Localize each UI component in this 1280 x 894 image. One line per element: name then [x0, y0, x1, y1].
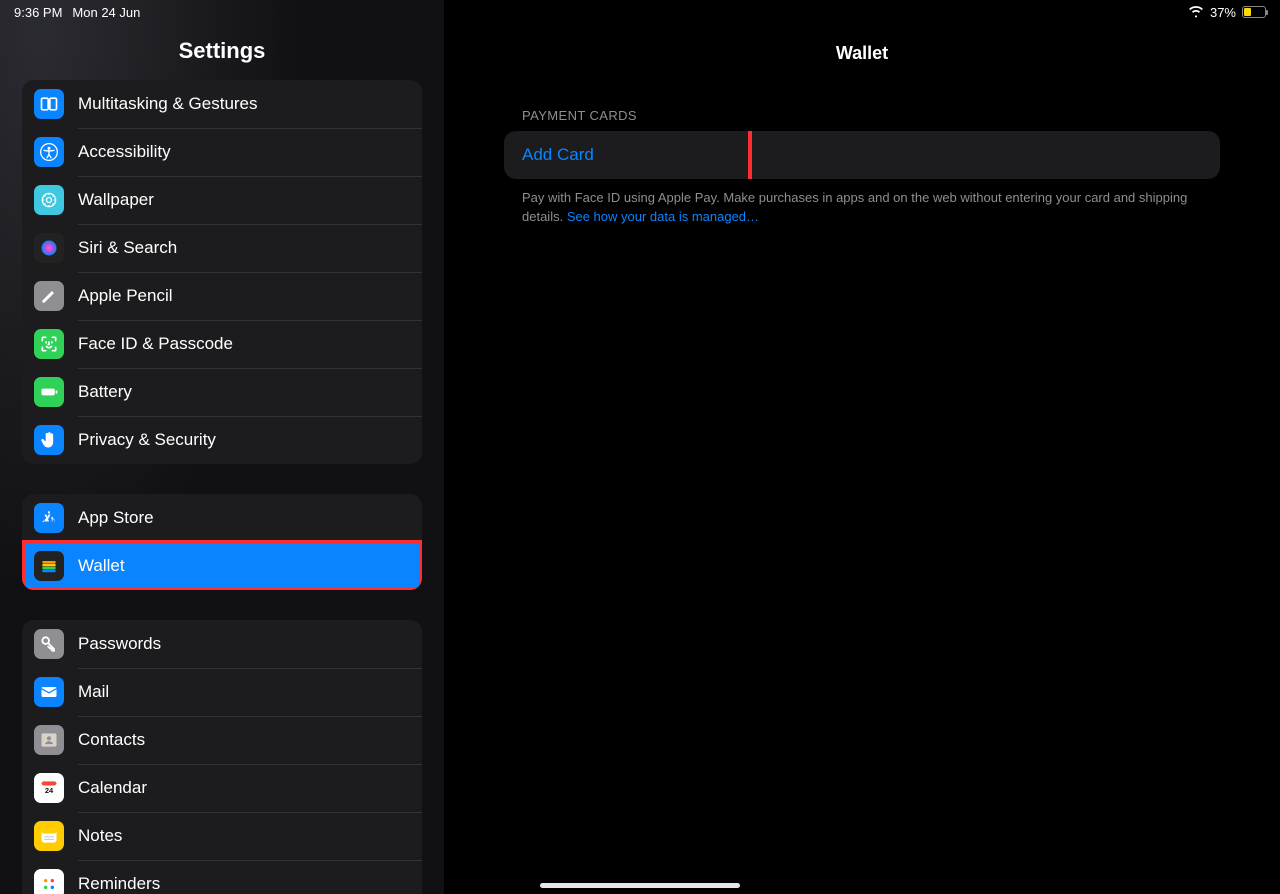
sidebar-item-label: Contacts	[78, 730, 145, 750]
section-header-payment-cards: PAYMENT CARDS	[504, 108, 1220, 123]
sidebar-item-label: Mail	[78, 682, 109, 702]
sidebar-item-label: Face ID & Passcode	[78, 334, 233, 354]
payment-cards-group: Add Card	[504, 131, 1220, 179]
payment-cards-footer: Pay with Face ID using Apple Pay. Make p…	[504, 179, 1220, 227]
contacts-icon	[34, 725, 64, 755]
sidebar-item-contacts[interactable]: Contacts	[22, 716, 422, 764]
sidebar-item-label: Apple Pencil	[78, 286, 173, 306]
wallet-detail-pane: Wallet PAYMENT CARDS Add Card Pay with F…	[444, 0, 1280, 894]
sidebar-item-label: Reminders	[78, 874, 160, 894]
settings-group: Passwords Mail Contacts 24 Calendar Notes Remi…	[22, 620, 422, 894]
svg-text:24: 24	[45, 786, 54, 795]
sidebar-item-pencil[interactable]: Apple Pencil	[22, 272, 422, 320]
sidebar-item-wallpaper[interactable]: Wallpaper	[22, 176, 422, 224]
sidebar-item-label: App Store	[78, 508, 154, 528]
pencil-icon	[34, 281, 64, 311]
sidebar-item-label: Multitasking & Gestures	[78, 94, 258, 114]
settings-group: App Store Wallet	[22, 494, 422, 590]
settings-group: Multitasking & Gestures Accessibility Wall…	[22, 80, 422, 464]
faceid-icon	[34, 329, 64, 359]
sidebar-item-privacy[interactable]: Privacy & Security	[22, 416, 422, 464]
settings-sidebar: Settings Multitasking & GesturesAccessib…	[0, 0, 444, 894]
wifi-icon	[1188, 3, 1204, 22]
sidebar-item-label: Calendar	[78, 778, 147, 798]
siri-icon	[34, 233, 64, 263]
multitask-icon	[34, 89, 64, 119]
status-date: Mon 24 Jun	[72, 5, 140, 20]
sidebar-item-label: Accessibility	[78, 142, 171, 162]
mail-icon	[34, 677, 64, 707]
row-add-card[interactable]: Add Card	[504, 131, 1220, 179]
battery-icon	[34, 377, 64, 407]
sidebar-item-calendar[interactable]: 24 Calendar	[22, 764, 422, 812]
key-icon	[34, 629, 64, 659]
wallpaper-icon	[34, 185, 64, 215]
sidebar-item-label: Battery	[78, 382, 132, 402]
sidebar-item-label: Passwords	[78, 634, 161, 654]
sidebar-item-wallet[interactable]: Wallet	[22, 542, 422, 590]
sidebar-item-siri[interactable]: Siri & Search	[22, 224, 422, 272]
battery-percent: 37%	[1210, 5, 1236, 20]
sidebar-item-reminders[interactable]: Reminders	[22, 860, 422, 894]
sidebar-item-notes[interactable]: Notes	[22, 812, 422, 860]
sidebar-item-label: Wallet	[78, 556, 125, 576]
sidebar-item-label: Notes	[78, 826, 122, 846]
sidebar-item-accessibility[interactable]: Accessibility	[22, 128, 422, 176]
status-time: 9:36 PM	[14, 5, 62, 20]
sidebar-item-faceid[interactable]: Face ID & Passcode	[22, 320, 422, 368]
hand-icon	[34, 425, 64, 455]
calendar-icon: 24	[34, 773, 64, 803]
accessibility-icon	[34, 137, 64, 167]
row-label: Add Card	[522, 145, 594, 165]
sidebar-item-passwords[interactable]: Passwords	[22, 620, 422, 668]
sidebar-item-multitasking[interactable]: Multitasking & Gestures	[22, 80, 422, 128]
sidebar-item-label: Siri & Search	[78, 238, 177, 258]
reminders-icon	[34, 869, 64, 894]
status-bar: 9:36 PM Mon 24 Jun 37%	[0, 0, 1280, 24]
appstore-icon	[34, 503, 64, 533]
wallet-icon	[34, 551, 64, 581]
battery-icon	[1242, 6, 1266, 18]
home-indicator[interactable]	[540, 883, 740, 888]
sidebar-item-mail[interactable]: Mail	[22, 668, 422, 716]
notes-icon	[34, 821, 64, 851]
data-managed-link[interactable]: See how your data is managed…	[567, 209, 759, 224]
sidebar-item-label: Wallpaper	[78, 190, 154, 210]
sidebar-item-battery[interactable]: Battery	[22, 368, 422, 416]
sidebar-item-appstore[interactable]: App Store	[22, 494, 422, 542]
sidebar-item-label: Privacy & Security	[78, 430, 216, 450]
